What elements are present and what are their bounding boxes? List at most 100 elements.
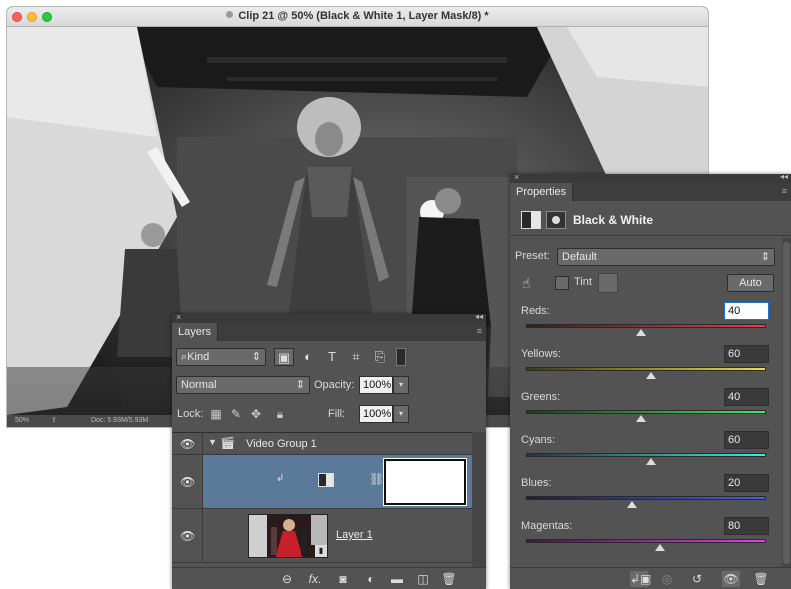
zoom-level[interactable]: 50% xyxy=(15,415,29,427)
layers-panel-header[interactable]: × ◂◂ xyxy=(172,312,486,323)
properties-panel-header[interactable]: × ◂◂ xyxy=(510,172,791,183)
add-mask-icon[interactable]: ◙ xyxy=(334,572,352,586)
lock-brush-icon[interactable]: ✎ xyxy=(228,406,244,422)
slider-track[interactable] xyxy=(526,324,766,328)
tint-color-swatch[interactable] xyxy=(598,273,618,293)
slider-label: Cyans: xyxy=(521,434,556,446)
new-layer-icon[interactable]: ◫ xyxy=(414,572,432,586)
chain-link-icon[interactable]: ⛓︎ xyxy=(369,472,384,486)
slider-handle[interactable] xyxy=(645,458,656,465)
slider-track[interactable] xyxy=(526,410,766,414)
filter-type-icon[interactable]: T xyxy=(322,348,342,366)
slider-value-field[interactable]: 40 xyxy=(724,302,769,320)
layers-footer: ⊖ fx. ◙ ◐ ▬ ◫ 🗑︎ xyxy=(172,567,486,589)
disclosure-triangle-icon[interactable]: ▼ xyxy=(208,437,217,447)
black-white-adjustment-icon[interactable] xyxy=(318,473,334,487)
slider-track[interactable] xyxy=(526,367,766,371)
fill-dropdown-button[interactable]: ▾ xyxy=(393,405,409,423)
properties-footer: ↲▣ ◎ ↺ 👁︎ 🗑︎ xyxy=(510,567,791,589)
properties-tabbar: Properties ≡ xyxy=(510,183,791,201)
new-adjustment-icon[interactable]: ◐ xyxy=(362,572,380,586)
share-icon[interactable]: ⇪ xyxy=(51,415,57,427)
filter-adjustment-icon[interactable]: ◐ xyxy=(298,348,318,366)
properties-title: Black & White xyxy=(573,213,654,227)
layer-mask-thumbnail[interactable] xyxy=(383,458,467,506)
lock-transparent-icon[interactable]: ▦ xyxy=(208,406,224,422)
properties-scrollbar[interactable] xyxy=(782,238,791,568)
eye-icon[interactable]: 👁︎ xyxy=(180,529,195,543)
slider-handle[interactable] xyxy=(645,372,656,379)
blend-mode-select[interactable]: Normal ⇕ xyxy=(176,376,310,394)
tint-checkbox[interactable] xyxy=(555,276,569,290)
visibility-icon[interactable]: 👁︎ xyxy=(722,571,740,587)
close-panel-icon[interactable]: × xyxy=(514,172,519,182)
opacity-field[interactable]: 100% xyxy=(359,376,393,394)
targeted-adjustment-hand-icon[interactable]: ☝︎ xyxy=(522,275,531,292)
link-layers-icon[interactable]: ⊖ xyxy=(278,572,296,586)
layer-filter-select[interactable]: ⌕Kind ⇕ xyxy=(176,348,266,366)
slider-handle[interactable] xyxy=(655,544,666,551)
trash-icon[interactable]: 🗑︎ xyxy=(440,572,458,586)
lock-label: Lock: xyxy=(177,408,204,420)
document-title-text: Clip 21 @ 50% (Black & White 1, Layer Ma… xyxy=(238,10,489,22)
collapse-panel-icon[interactable]: ◂◂ xyxy=(475,312,483,321)
slider-handle[interactable] xyxy=(626,501,637,508)
clip-to-layer-icon[interactable]: ↲▣ xyxy=(630,571,651,587)
chevron-updown-icon: ⇕ xyxy=(295,379,305,391)
opacity-label: Opacity: xyxy=(314,379,355,391)
reset-icon[interactable]: ↺ xyxy=(688,571,706,587)
filter-pixel-icon[interactable]: ▣ xyxy=(274,348,294,366)
preset-select[interactable]: Default ⇕ xyxy=(557,248,775,266)
layers-tabbar: Layers ≡ xyxy=(172,323,486,341)
slider-value-field[interactable]: 60 xyxy=(724,345,769,363)
slider-label: Magentas: xyxy=(521,520,573,532)
auto-button[interactable]: Auto xyxy=(727,274,774,292)
tab-properties[interactable]: Properties xyxy=(510,183,574,201)
eye-icon[interactable]: 👁︎ xyxy=(180,475,195,489)
lock-position-icon[interactable]: ✥ xyxy=(248,406,264,422)
layer-row-video[interactable]: 👁︎ ▮ Layer 1 xyxy=(172,509,472,563)
trash-icon[interactable]: 🗑︎ xyxy=(752,571,770,587)
layer-name[interactable]: Layer 1 xyxy=(336,529,373,541)
close-panel-icon[interactable]: × xyxy=(176,312,181,322)
layers-panel: × ◂◂ Layers ≡ ⌕Kind ⇕ ▣ ◐ T ⌗ ⎘ Normal ⇕ O… xyxy=(172,312,486,589)
layer-row-group[interactable]: 👁︎ ▼ 🎬︎ Video Group 1 xyxy=(172,433,472,455)
video-layer-badge-icon: ▮ xyxy=(315,545,327,557)
filter-toggle-icon[interactable] xyxy=(396,348,406,366)
preset-label: Preset: xyxy=(515,250,550,262)
fill-field[interactable]: 100% xyxy=(359,405,393,423)
view-previous-icon[interactable]: ◎ xyxy=(658,571,676,587)
lock-all-icon[interactable]: 🔒︎ xyxy=(272,406,288,422)
clapper-icon: 🎬︎ xyxy=(220,436,236,450)
slider-label: Reds: xyxy=(521,305,550,317)
slider-track[interactable] xyxy=(526,496,766,500)
slider-value-field[interactable]: 40 xyxy=(724,388,769,406)
tint-label: Tint xyxy=(574,276,592,288)
layer-row-adjustment[interactable]: 👁︎ ↲ ⛓︎ xyxy=(172,455,472,509)
new-group-icon[interactable]: ▬ xyxy=(388,572,406,586)
slider-track[interactable] xyxy=(526,453,766,457)
slider-handle[interactable] xyxy=(636,329,647,336)
slider-label: Yellows: xyxy=(521,348,561,360)
layers-scrollbar[interactable] xyxy=(472,432,486,580)
slider-value-field[interactable]: 60 xyxy=(724,431,769,449)
slider-track[interactable] xyxy=(526,539,766,543)
filter-smart-object-icon[interactable]: ⎘ xyxy=(370,348,390,366)
doc-size[interactable]: Doc: 5.93M/5.93M xyxy=(91,415,148,427)
fx-icon[interactable]: fx. xyxy=(306,572,324,586)
filter-shape-icon[interactable]: ⌗ xyxy=(346,348,366,366)
eye-icon[interactable]: 👁︎ xyxy=(180,437,195,451)
panel-menu-icon[interactable]: ≡ xyxy=(782,186,787,196)
collapse-panel-icon[interactable]: ◂◂ xyxy=(780,172,788,181)
opacity-dropdown-button[interactable]: ▾ xyxy=(393,376,409,394)
adjustment-icon[interactable] xyxy=(521,211,541,229)
panel-menu-icon[interactable]: ≡ xyxy=(477,326,482,336)
tab-layers[interactable]: Layers xyxy=(172,323,219,341)
layer-name[interactable]: Video Group 1 xyxy=(246,438,317,450)
slider-handle[interactable] xyxy=(636,415,647,422)
chevron-updown-icon: ⇕ xyxy=(251,351,261,363)
mask-icon[interactable] xyxy=(546,211,566,229)
slider-value-field[interactable]: 20 xyxy=(724,474,769,492)
slider-value-field[interactable]: 80 xyxy=(724,517,769,535)
document-title-bar[interactable]: Clip 21 @ 50% (Black & White 1, Layer Ma… xyxy=(7,7,708,27)
